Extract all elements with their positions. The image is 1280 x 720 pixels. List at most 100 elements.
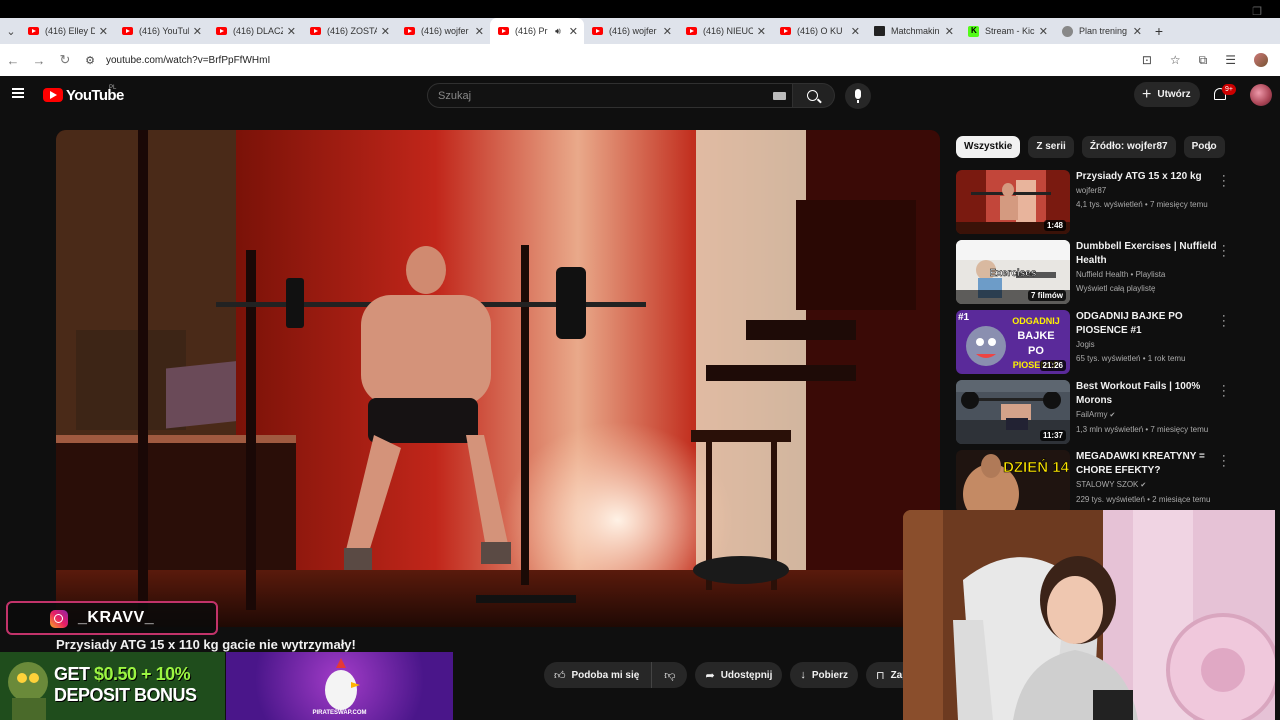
browser-tab[interactable]: (416) Pr 🔊︎ ✕ (490, 18, 584, 44)
tab-close-icon[interactable]: ✕ (381, 25, 390, 38)
tab-search-chevron-icon[interactable]: ⌄ (2, 18, 20, 44)
keyboard-icon[interactable] (773, 92, 786, 100)
recommendation-item[interactable]: 11:37 Best Workout Fails | 100% Morons Fai… (956, 380, 1236, 450)
os-top-strip (0, 0, 1280, 18)
recommendation-info: Best Workout Fails | 100% Morons FailArmy… (1076, 380, 1221, 437)
tab-close-icon[interactable]: ✕ (1039, 25, 1048, 38)
browser-tab[interactable]: Matchmakin ✕ (866, 19, 960, 43)
plus-icon: + (1142, 85, 1152, 103)
recommendation-stats: Wyświetl całą playlistę (1076, 284, 1156, 293)
recommendation-thumbnail[interactable]: Exercises 7 filmów (956, 240, 1070, 304)
install-app-icon[interactable]: ⊡ (1142, 53, 1152, 67)
recommendation-channel[interactable]: wojfer87 (1076, 184, 1221, 198)
tab-close-icon[interactable]: ✕ (851, 25, 860, 38)
recommendation-channel[interactable]: Nuffield Health • Playlista (1076, 268, 1221, 282)
bookmark-star-icon[interactable]: ☆ (1170, 53, 1181, 67)
recommendation-title[interactable]: MEGADAWKI KREATYNY = CHORE EFEKTY? (1076, 450, 1221, 478)
tab-close-icon[interactable]: ✕ (569, 25, 578, 38)
like-label: Podoba mi się (571, 669, 640, 681)
window-restore-icon[interactable]: ❐ (1252, 5, 1262, 18)
browser-tab[interactable]: (416) NIEUC ✕ (678, 19, 772, 43)
tab-audio-speaker-icon[interactable]: 🔊︎ (555, 26, 561, 37)
promo-deposit-bonus: DEPOSIT BONUS (54, 685, 197, 705)
menu-icon[interactable] (12, 88, 24, 98)
video-player[interactable] (56, 130, 940, 627)
download-button[interactable]: ↓ Pobierz (790, 662, 858, 688)
more-options-icon[interactable]: · · · (1222, 171, 1226, 192)
browser-tab[interactable]: (416) O KU ✕ (772, 19, 866, 43)
recommendation-thumbnail[interactable]: DZIEŃ 14 (956, 450, 1070, 514)
recommendation-stats: 1,3 mln wyświetleń • 7 miesięcy temu (1076, 425, 1209, 434)
filter-chip[interactable]: Podo (1183, 136, 1225, 158)
tab-close-icon[interactable]: ✕ (99, 25, 108, 38)
youtube-logo-icon[interactable] (43, 88, 63, 102)
search-icon (807, 90, 818, 101)
tab-close-icon[interactable]: ✕ (1133, 25, 1142, 38)
tab-close-icon[interactable]: ✕ (193, 25, 202, 38)
voice-search-button[interactable] (845, 83, 871, 109)
verified-check-icon: ✔ (1138, 482, 1147, 489)
country-code: PL (109, 85, 117, 91)
search-button[interactable] (793, 83, 835, 108)
extensions-icon[interactable]: ⧉ (1199, 53, 1208, 68)
recommendation-title[interactable]: Przysiady ATG 15 x 120 kg (1076, 170, 1221, 184)
svg-text:BAJKE: BAJKE (1017, 330, 1054, 342)
thumb-text: Exercises (990, 268, 1037, 279)
dislike-button[interactable]: 👎︎ (652, 662, 688, 688)
bookmark-icon: ⊓ (875, 669, 885, 682)
recommendation-thumbnail[interactable]: 1:48 (956, 170, 1070, 234)
tab-close-icon[interactable]: ✕ (663, 25, 672, 38)
back-arrow-icon[interactable]: ← (0, 53, 26, 68)
recommendation-title[interactable]: ODGADNIJ BAJKE PO PIOSENCE #1 (1076, 310, 1221, 338)
tab-close-icon[interactable]: ✕ (475, 25, 484, 38)
share-button[interactable]: ➦ Udostępnij (695, 662, 783, 688)
globe-favicon-icon (1062, 25, 1073, 37)
new-tab-plus-icon[interactable]: + (1148, 23, 1170, 39)
share-label: Udostępnij (720, 669, 773, 681)
browser-tab[interactable]: (416) YouTub ✕ (114, 19, 208, 43)
create-button[interactable]: + Utwórz (1134, 82, 1200, 107)
tab-close-icon[interactable]: ✕ (945, 25, 954, 38)
filter-chip[interactable]: Wszystkie (956, 136, 1021, 158)
browser-tab[interactable]: (416) wojfer ✕ (584, 19, 678, 43)
filter-chips: Wszystkie Z serii Źródło: wojfer87 Podo (956, 136, 1225, 158)
browser-tab[interactable]: (416) DLACZ ✕ (208, 19, 302, 43)
recommendation-channel[interactable]: STALOWY SZOK ✔ (1076, 478, 1221, 493)
recommendation-stats: 229 tys. wyświetleń • 2 miesiące temu (1076, 495, 1211, 504)
reading-list-icon[interactable]: ☰ (1225, 53, 1236, 67)
browser-tab[interactable]: (416) Elley D ✕ (20, 19, 114, 43)
reload-icon[interactable]: ↻ (52, 52, 78, 68)
search-input[interactable] (438, 88, 758, 104)
recommendation-item[interactable]: Exercises 7 filmów Dumbbell Exercises | Nu… (956, 240, 1236, 310)
like-button[interactable]: 👍︎ Podoba mi się (544, 662, 653, 688)
recommendation-title[interactable]: Dumbbell Exercises | Nuffield Health (1076, 240, 1221, 268)
account-avatar[interactable] (1250, 84, 1272, 106)
browser-tab[interactable]: Plan trening ✕ (1054, 19, 1148, 43)
browser-tab[interactable]: Stream - Kic ✕ (960, 19, 1054, 43)
more-options-icon[interactable]: · · · (1222, 311, 1226, 332)
recommendation-thumbnail[interactable]: 11:37 (956, 380, 1070, 444)
forward-arrow-icon[interactable]: → (26, 53, 52, 68)
verified-check-icon: ✔ (1107, 412, 1116, 419)
recommendation-channel[interactable]: FailArmy ✔ (1076, 408, 1221, 423)
recommendation-item[interactable]: ODGADNIJ BAJKE PO PIOSENCE #1 21:26 ODGADNIJ B… (956, 310, 1236, 380)
browser-profile-avatar[interactable] (1254, 53, 1268, 67)
more-options-icon[interactable]: · · · (1222, 381, 1226, 402)
streamer-webcam (903, 510, 1275, 720)
site-info-icon[interactable]: ⚙ (82, 54, 98, 67)
recommendation-item[interactable]: 1:48 Przysiady ATG 15 x 120 kg wojfer87 4,1… (956, 170, 1236, 240)
recommendation-channel[interactable]: Jogis (1076, 338, 1221, 352)
more-options-icon[interactable]: · · · (1222, 451, 1226, 472)
url-field[interactable]: youtube.com/watch?v=BrfPpFfWHmI (106, 55, 1142, 66)
recommendation-thumbnail[interactable]: ODGADNIJ BAJKE PO PIOSENCE #1 21:26 (956, 310, 1070, 374)
filter-chip[interactable]: Źródło: wojfer87 (1081, 136, 1176, 158)
chevron-right-icon[interactable]: › (1207, 139, 1212, 155)
recommendation-title[interactable]: Best Workout Fails | 100% Morons (1076, 380, 1221, 408)
tab-close-icon[interactable]: ✕ (757, 25, 766, 38)
browser-tab[interactable]: (416) wojfer ✕ (396, 19, 490, 43)
filter-chip[interactable]: Z serii (1028, 136, 1074, 158)
create-label: Utwórz (1157, 89, 1191, 100)
more-options-icon[interactable]: · · · (1222, 241, 1226, 262)
tab-close-icon[interactable]: ✕ (287, 25, 296, 38)
browser-tab[interactable]: (416) ZOSTA ✕ (302, 19, 396, 43)
